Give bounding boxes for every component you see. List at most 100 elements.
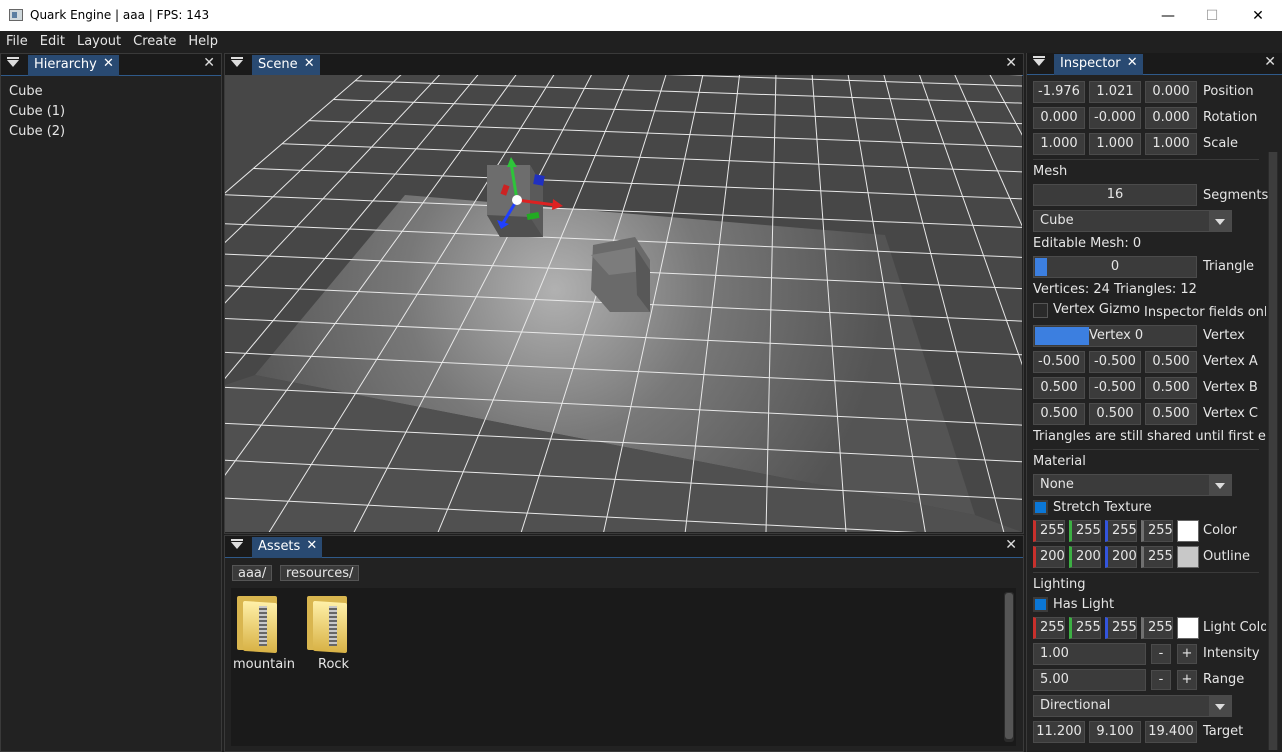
hierarchy-item[interactable]: Cube (2)	[9, 124, 65, 139]
color-b-field[interactable]: 255	[1105, 520, 1137, 542]
stretch-texture-checkbox[interactable]	[1033, 500, 1048, 515]
color-a-field[interactable]: 255	[1141, 520, 1173, 542]
segments-field[interactable]: 16	[1033, 184, 1197, 206]
intensity-field[interactable]: 1.00	[1033, 643, 1146, 665]
intensity-minus-button[interactable]: -	[1151, 644, 1171, 664]
rotation-label: Rotation	[1203, 110, 1258, 125]
intensity-label: Intensity	[1203, 646, 1260, 661]
outline-a-field[interactable]: 255	[1141, 546, 1173, 568]
rotation-y-field[interactable]: -0.000	[1089, 107, 1141, 129]
close-tab-icon[interactable]: ✕	[304, 56, 315, 71]
vertex-a-z-field[interactable]: 0.500	[1145, 351, 1197, 373]
slider-grab[interactable]	[1035, 258, 1047, 276]
range-minus-button[interactable]: -	[1151, 670, 1171, 690]
outline-g-field[interactable]: 200	[1069, 546, 1101, 568]
stretch-texture-label: Stretch Texture	[1053, 500, 1152, 515]
range-field[interactable]: 5.00	[1033, 669, 1146, 691]
maximize-button[interactable]: ☐	[1189, 0, 1235, 31]
close-button[interactable]: ✕	[1235, 0, 1281, 31]
minimize-button[interactable]: —	[1145, 0, 1191, 31]
position-x-field[interactable]: -1.976	[1033, 81, 1085, 103]
range-plus-button[interactable]: +	[1177, 670, 1197, 690]
panel-menu-icon[interactable]	[7, 57, 19, 67]
vertex-slider[interactable]: Vertex 0	[1033, 325, 1197, 347]
vertex-b-z-field[interactable]: 0.500	[1145, 377, 1197, 399]
color-swatch[interactable]	[1177, 520, 1199, 542]
close-tab-icon[interactable]: ✕	[103, 56, 114, 71]
panel-menu-icon[interactable]	[231, 539, 243, 549]
menu-create[interactable]: Create	[127, 31, 182, 53]
scale-y-field[interactable]: 1.000	[1089, 133, 1141, 155]
target-z-field[interactable]: 19.400	[1145, 721, 1197, 743]
vertex-c-x-field[interactable]: 0.500	[1033, 403, 1085, 425]
vertex-gizmo-checkbox[interactable]	[1033, 303, 1048, 318]
outline-b-field[interactable]: 200	[1105, 546, 1137, 568]
mesh-type-dropdown[interactable]: Cube	[1033, 210, 1232, 232]
close-panel-icon[interactable]: ✕	[1005, 537, 1017, 553]
outline-r-field[interactable]: 200	[1033, 546, 1065, 568]
position-z-field[interactable]: 0.000	[1145, 81, 1197, 103]
scene-viewport[interactable]	[225, 75, 1022, 532]
close-panel-icon[interactable]: ✕	[1005, 55, 1017, 71]
hierarchy-item[interactable]: Cube	[9, 84, 43, 99]
breadcrumb-aaa[interactable]: aaa/	[232, 565, 273, 581]
chevron-down-icon	[1209, 211, 1231, 231]
menu-layout[interactable]: Layout	[71, 31, 127, 53]
light-type-dropdown[interactable]: Directional	[1033, 695, 1232, 717]
panel-menu-icon[interactable]	[231, 57, 243, 67]
vertex-b-x-field[interactable]: 0.500	[1033, 377, 1085, 399]
vertex-a-y-field[interactable]: -0.500	[1089, 351, 1141, 373]
vertex-b-y-field[interactable]: -0.500	[1089, 377, 1141, 399]
light-color-a-field[interactable]: 255	[1141, 617, 1173, 639]
vertex-c-z-field[interactable]: 0.500	[1145, 403, 1197, 425]
tab-inspector[interactable]: Inspector ✕	[1054, 54, 1143, 75]
vertex-a-x-field[interactable]: -0.500	[1033, 351, 1085, 373]
rotation-z-field[interactable]: 0.000	[1145, 107, 1197, 129]
light-color-g-field[interactable]: 255	[1069, 617, 1101, 639]
hierarchy-item[interactable]: Cube (1)	[9, 104, 65, 119]
close-tab-icon[interactable]: ✕	[1127, 55, 1138, 70]
target-y-field[interactable]: 9.100	[1089, 721, 1141, 743]
has-light-label: Has Light	[1053, 597, 1115, 612]
color-r-field[interactable]: 255	[1033, 520, 1065, 542]
breadcrumb-resources[interactable]: resources/	[280, 565, 360, 581]
tab-scene[interactable]: Scene ✕	[252, 55, 320, 76]
position-y-field[interactable]: 1.021	[1089, 81, 1141, 103]
outline-swatch[interactable]	[1177, 546, 1199, 568]
folder-icon[interactable]	[307, 592, 351, 654]
close-panel-icon[interactable]: ✕	[1264, 54, 1276, 70]
asset-label[interactable]: Rock	[318, 657, 349, 672]
material-header: Material	[1033, 454, 1086, 469]
menu-edit[interactable]: Edit	[34, 31, 71, 53]
triangle-slider[interactable]: 0	[1033, 256, 1197, 278]
scale-z-field[interactable]: 1.000	[1145, 133, 1197, 155]
material-dropdown[interactable]: None	[1033, 474, 1232, 496]
close-tab-icon[interactable]: ✕	[306, 538, 317, 553]
has-light-checkbox[interactable]	[1033, 597, 1048, 612]
color-g-field[interactable]: 255	[1069, 520, 1101, 542]
assets-scrollbar[interactable]	[1004, 592, 1014, 742]
tab-assets[interactable]: Assets ✕	[252, 537, 323, 558]
tab-hierarchy[interactable]: Hierarchy ✕	[28, 55, 119, 76]
separator	[1033, 449, 1259, 450]
target-x-field[interactable]: 11.200	[1033, 721, 1085, 743]
vertex-label: Vertex	[1203, 328, 1245, 343]
range-label: Range	[1203, 672, 1245, 687]
panel-menu-icon[interactable]	[1033, 56, 1045, 66]
shared-note: Triangles are still shared until first e…	[1033, 429, 1266, 444]
close-panel-icon[interactable]: ✕	[203, 55, 215, 71]
inspector-scrollbar[interactable]	[1268, 152, 1278, 750]
lighting-header: Lighting	[1033, 577, 1086, 592]
menu-help[interactable]: Help	[182, 31, 224, 53]
light-color-swatch[interactable]	[1177, 617, 1199, 639]
folder-icon[interactable]	[237, 592, 281, 654]
slider-grab[interactable]	[1035, 327, 1089, 345]
asset-label[interactable]: mountain	[233, 657, 295, 672]
scale-x-field[interactable]: 1.000	[1033, 133, 1085, 155]
light-color-b-field[interactable]: 255	[1105, 617, 1137, 639]
rotation-x-field[interactable]: 0.000	[1033, 107, 1085, 129]
intensity-plus-button[interactable]: +	[1177, 644, 1197, 664]
light-color-r-field[interactable]: 255	[1033, 617, 1065, 639]
menu-file[interactable]: File	[0, 31, 34, 53]
vertex-c-y-field[interactable]: 0.500	[1089, 403, 1141, 425]
